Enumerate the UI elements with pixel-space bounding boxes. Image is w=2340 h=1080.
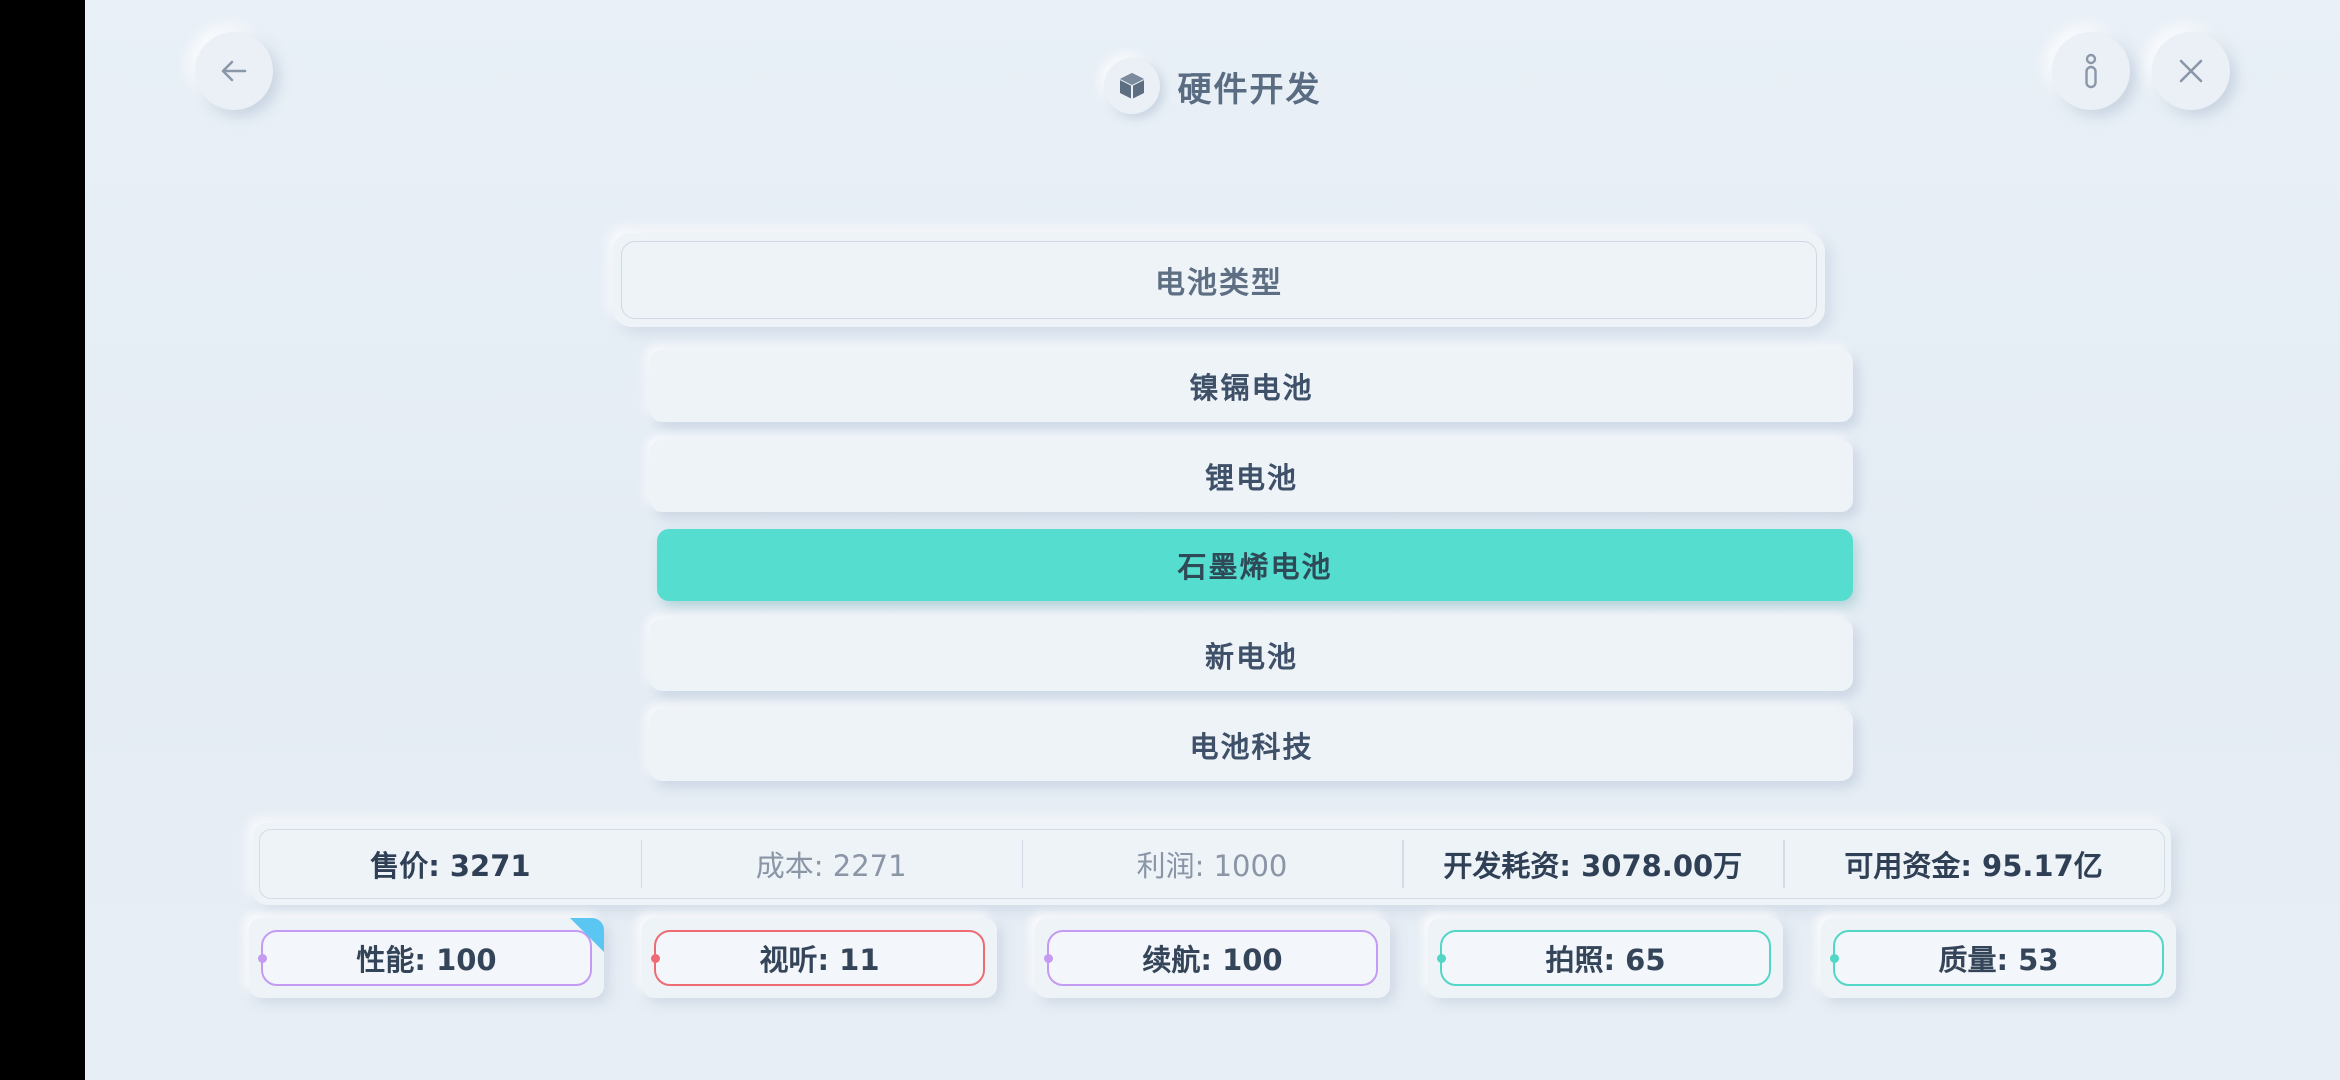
attribute-battery-life: 续航: 100 [1035,918,1390,998]
option-label: 新电池 [1204,640,1298,674]
info-button[interactable] [2052,32,2130,110]
corner-tag-icon [570,918,604,952]
available-funds-stat: 可用资金: 95.17亿 [1783,830,2164,898]
option-graphene-battery[interactable]: 石墨烯电池 [657,529,1853,601]
attribute-label: 续航: 100 [1142,943,1283,977]
cube-icon [1103,58,1160,114]
page-header: 硬件开发 [85,56,2340,116]
option-lithium-battery[interactable]: 锂电池 [650,440,1853,512]
attribute-label: 视听: 11 [759,943,880,977]
profit-stat: 利润: 1000 [1021,830,1403,898]
attribute-quality: 质量: 53 [1821,918,2176,998]
dot-icon [651,953,660,963]
option-label: 镍镉电池 [1189,371,1314,405]
dot-icon [258,953,267,963]
option-label: 电池科技 [1189,730,1314,764]
info-icon [2085,53,2097,89]
option-label: 石墨烯电池 [1177,550,1333,584]
attribute-label: 性能: 100 [356,943,497,977]
dot-icon [1830,953,1839,963]
dot-icon [1437,953,1446,963]
development-cost-stat: 开发耗资: 3078.00万 [1402,830,1783,898]
option-battery-technology[interactable]: 电池科技 [650,709,1853,781]
attribute-performance: 性能: 100 [249,918,604,998]
dot-icon [1044,953,1053,963]
option-new-battery[interactable]: 新电池 [650,619,1853,691]
option-label: 锂电池 [1204,461,1298,495]
close-button[interactable] [2152,32,2230,110]
game-screen: 硬件开发 电池类型 镍镉电池 锂电池 石墨烯电池 新电池 电池科技 售价: 32… [85,0,2340,1080]
category-title: 电池类型 [621,241,1817,319]
attribute-label: 质量: 53 [1938,943,2059,977]
attribute-audiovisual: 视听: 11 [642,918,997,998]
stats-bar: 售价: 3271 成本: 2271 利润: 1000 开发耗资: 3078.00… [253,823,2171,905]
attribute-label: 拍照: 65 [1545,943,1666,977]
attribute-camera: 拍照: 65 [1428,918,1783,998]
category-header: 电池类型 [613,233,1825,327]
option-nickel-cadmium-battery[interactable]: 镍镉电池 [650,350,1853,422]
page-title: 硬件开发 [1177,69,1322,110]
close-icon [2179,59,2203,83]
price-stat: 售价: 3271 [370,849,531,883]
cost-stat: 成本: 2271 [640,830,1022,898]
